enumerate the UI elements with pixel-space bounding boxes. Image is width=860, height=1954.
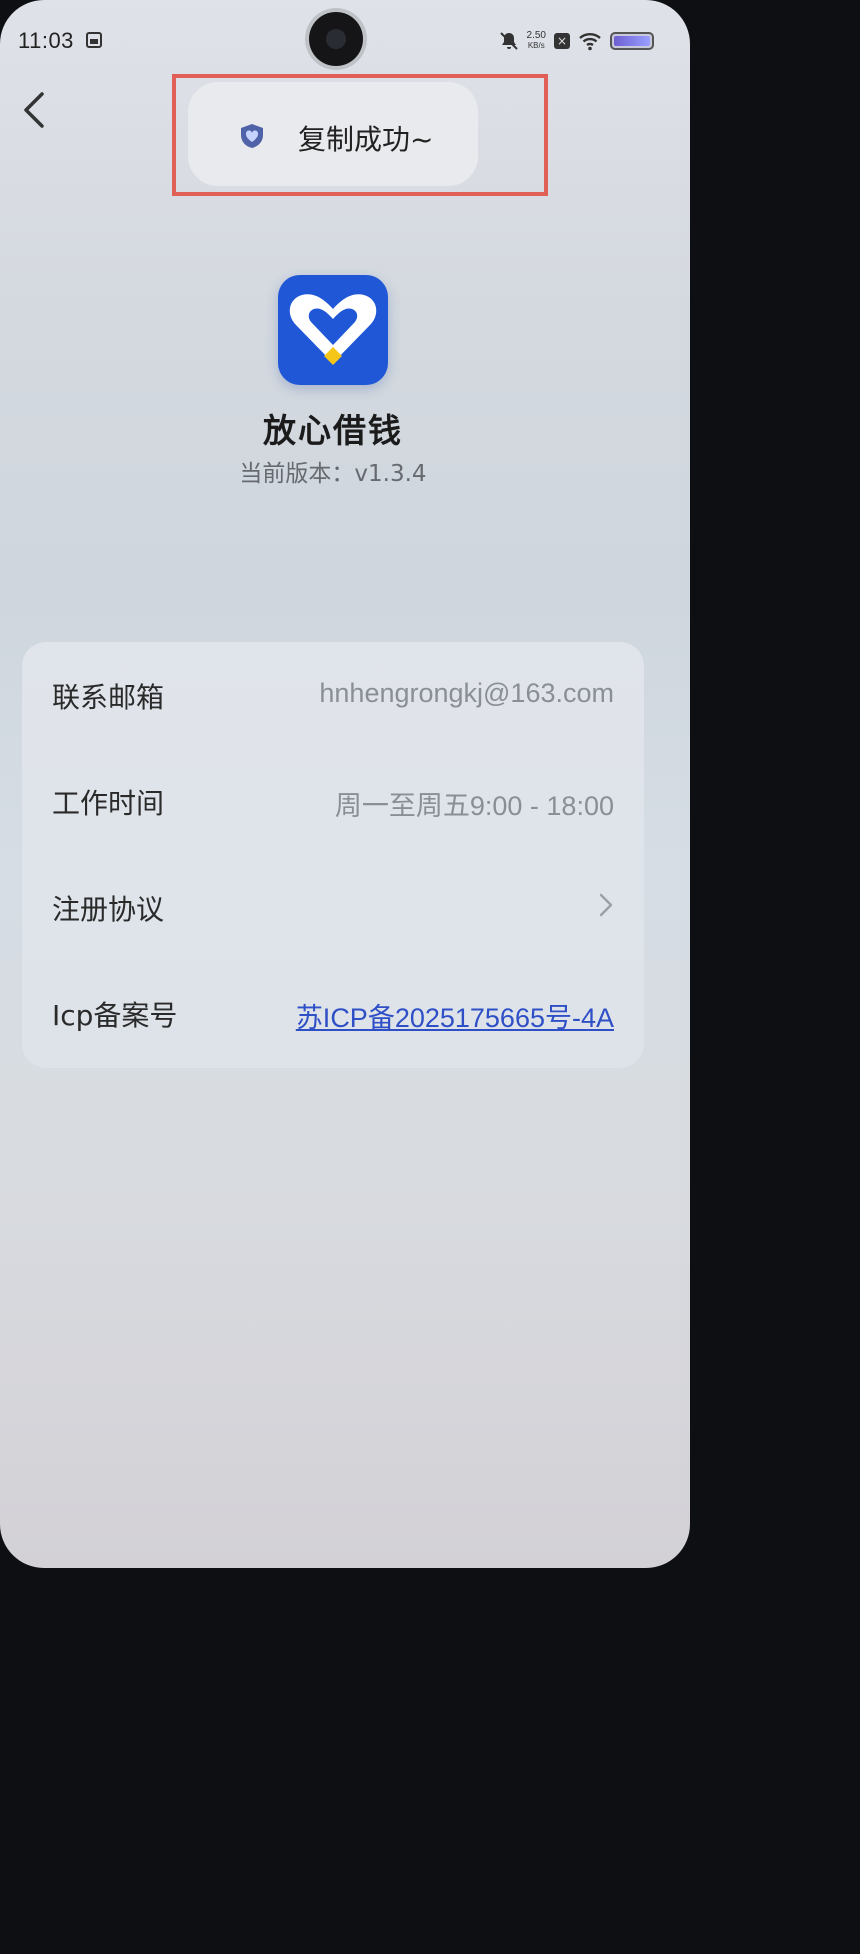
net-speed-unit: KB/s [527,41,545,50]
icp-label: Icp备案号 [52,999,178,1032]
app-logo [278,275,388,385]
row-registration-agreement[interactable]: 注册协议 [22,854,644,960]
row-work-hours: 工作时间 周一至周五9:00 - 18:00 [22,748,644,854]
chevron-right-icon [599,893,613,917]
net-speed: 2.50 KB/s [527,31,546,51]
app-version: 当前版本：v1.3.4 [239,461,427,487]
status-icons: 2.50 KB/s × [499,26,654,56]
highlight-box [172,74,548,196]
app-name: 放心借钱 [263,411,403,450]
work-hours-value: 周一至周五9:00 - 18:00 [334,791,614,821]
phone-screen: 11:03 2.50 KB/s × 复制成功~ 放心借钱 当前版本：v1.3.4… [0,0,690,1568]
back-arrow-icon[interactable] [18,90,52,130]
status-bar: 11:03 2.50 KB/s × [0,0,690,80]
status-time: 11:03 [18,28,74,53]
icp-link[interactable]: 苏ICP备2025175665号-4A [296,996,614,1035]
info-card: 联系邮箱 hnhengrongkj@163.com 工作时间 周一至周五9:00… [22,642,644,1068]
net-speed-value: 2.50 [526,30,546,41]
work-hours-label: 工作时间 [52,787,165,820]
email-value[interactable]: hnhengrongkj@163.com [319,678,614,709]
bell-off-icon [499,32,518,50]
x-badge-icon: × [554,33,570,49]
heart-logo-icon [289,294,377,365]
wifi-icon [579,33,601,51]
row-icp: Icp备案号 苏ICP备2025175665号-4A [22,960,644,1066]
front-camera [309,12,363,66]
email-label: 联系邮箱 [52,681,165,714]
sim-card-icon [86,32,102,48]
battery-icon [610,32,654,50]
agreement-label: 注册协议 [52,893,165,926]
row-email[interactable]: 联系邮箱 hnhengrongkj@163.com [22,642,644,748]
